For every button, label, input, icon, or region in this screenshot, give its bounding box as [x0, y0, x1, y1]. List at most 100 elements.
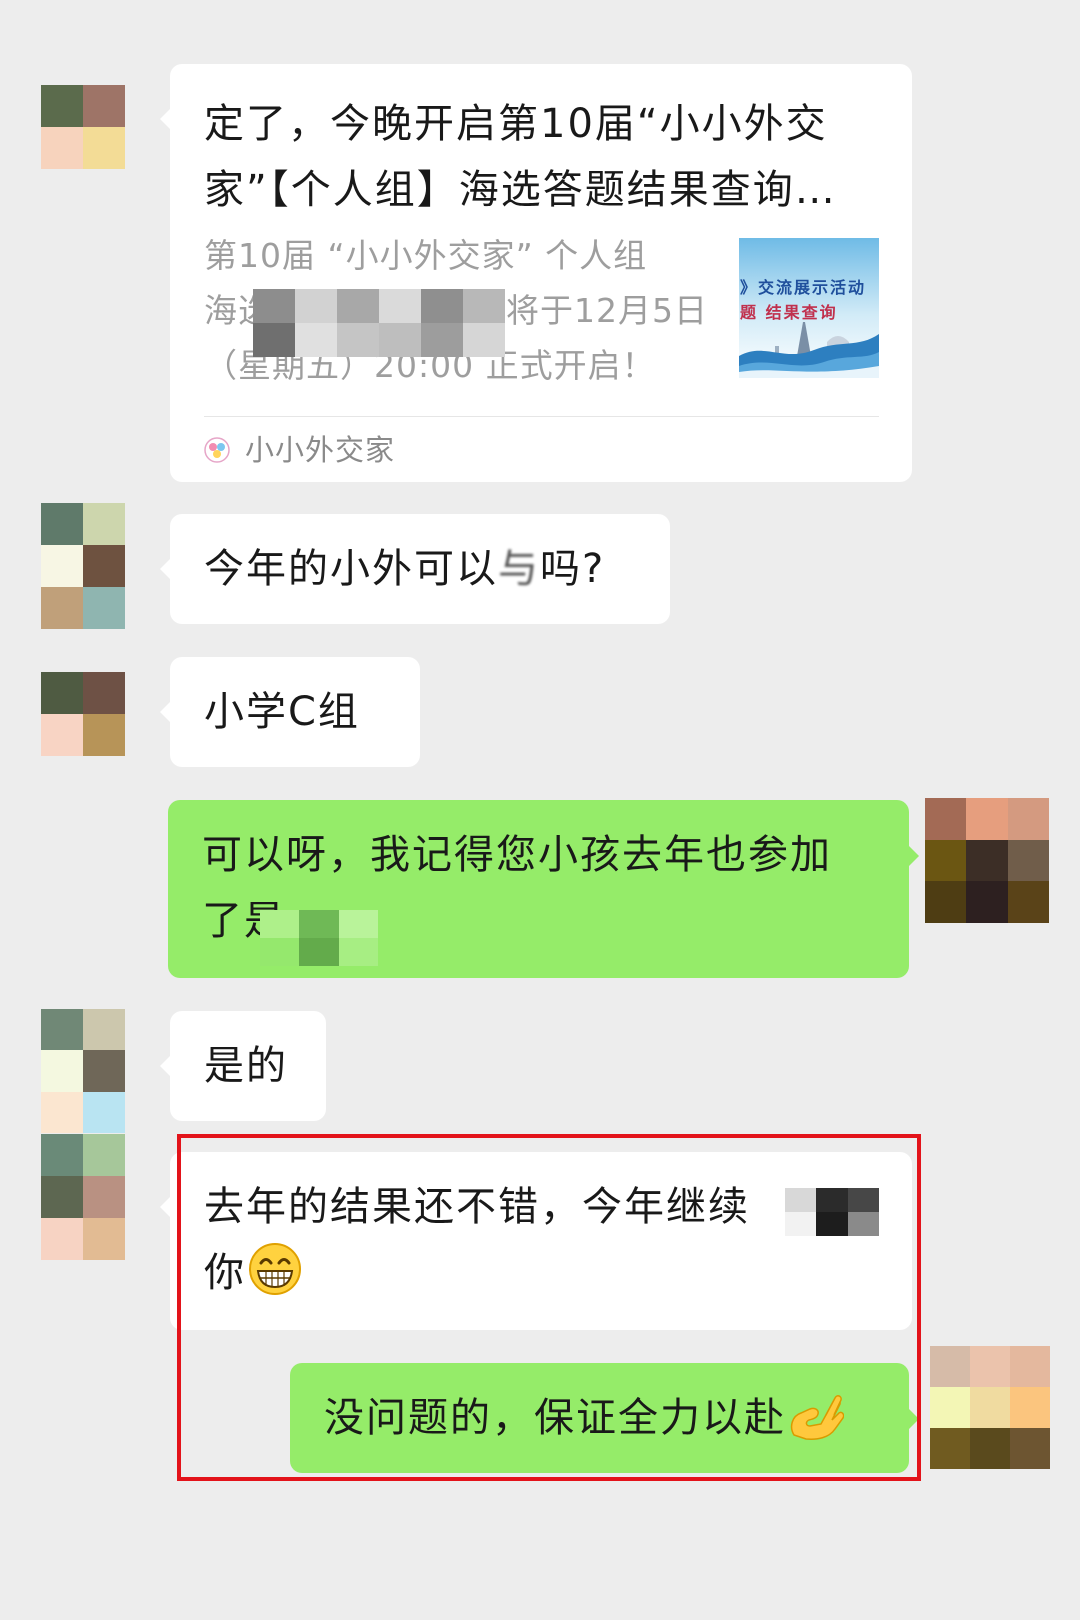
avatar-pixel	[41, 1176, 83, 1218]
avatar-pixel	[83, 1009, 125, 1051]
avatar-pixel	[930, 1346, 970, 1387]
message-text: 没问题的，保证全力以赴	[324, 1385, 875, 1451]
redaction-pixel	[379, 289, 421, 323]
avatar-pixel	[83, 545, 125, 587]
redaction-pixel	[337, 289, 379, 323]
obscured-text: 与	[498, 546, 540, 592]
redaction-mosaic	[785, 1188, 879, 1236]
avatar-pixel	[925, 881, 967, 923]
redaction-pixel	[337, 323, 379, 357]
avatar-pixel	[930, 1428, 970, 1469]
message-bubble[interactable]: 今年的小外可以与吗?	[160, 514, 670, 624]
avatar-pixel	[83, 85, 125, 127]
avatar-pixel	[41, 714, 83, 756]
article-description-text: 将于12月5日	[506, 291, 708, 330]
redaction-mosaic	[253, 289, 505, 357]
message-bubble-outgoing[interactable]: 没问题的，保证全力以赴	[290, 1363, 919, 1473]
avatar-pixel	[83, 587, 125, 629]
redaction-pixel	[421, 323, 463, 357]
redaction-pixel	[421, 289, 463, 323]
redaction-pixel	[463, 289, 505, 323]
article-title-line: 定了，今晚开启第10届“小小外交	[204, 101, 828, 147]
source-logo-icon	[204, 437, 230, 463]
avatar-pixel	[41, 1009, 83, 1051]
message-text-part: 今年的小外可以	[204, 546, 498, 592]
thumbnail-caption: 题 结果查询	[740, 303, 838, 322]
redaction-pixel	[295, 323, 337, 357]
redaction-pixel	[253, 289, 295, 323]
source-name: 小小外交家	[245, 433, 396, 467]
avatar-pixel	[83, 672, 125, 714]
avatar-pixel	[83, 714, 125, 756]
avatar[interactable]	[41, 85, 125, 169]
redaction-pixel	[253, 323, 295, 357]
redaction-pixel	[299, 910, 339, 938]
avatar-pixel	[41, 127, 83, 169]
article-title-line: 家”【个人组】海选答题结果查询…	[204, 167, 837, 213]
avatar-pixel	[41, 1134, 83, 1176]
avatar-pixel	[966, 881, 1008, 923]
avatar[interactable]	[925, 798, 1049, 923]
avatar-pixel	[925, 839, 967, 882]
avatar-pixel	[41, 587, 83, 629]
avatar-pixel	[970, 1387, 1010, 1428]
avatar-pixel	[1010, 1387, 1050, 1428]
avatar-pixel	[1007, 881, 1049, 923]
message-text: 去年的结果还不错，今年继续	[204, 1184, 750, 1230]
message-text-part: 吗?	[540, 546, 606, 592]
message-bubble[interactable]: 是的	[160, 1011, 326, 1121]
avatar-pixel	[41, 545, 83, 587]
article-card[interactable]: 定了，今晚开启第10届“小小外交 家”【个人组】海选答题结果查询… 第10届 “…	[160, 64, 912, 482]
avatar-pixel	[83, 1091, 125, 1133]
redaction-pixel	[338, 910, 378, 938]
redaction-pixel	[299, 938, 339, 966]
avatar[interactable]	[930, 1346, 1050, 1469]
avatar[interactable]	[41, 503, 125, 629]
thumbnail-caption: 》交流展示活动	[740, 278, 866, 297]
avatar-pixel	[970, 1346, 1010, 1387]
redaction-pixel	[785, 1188, 817, 1212]
avatar[interactable]	[41, 1134, 125, 1260]
avatar-pixel	[925, 798, 967, 840]
article-description-line: 第10届 “小小外交家” 个人组	[204, 236, 648, 275]
message-text-part: 没问题的，保证全力以赴	[324, 1395, 786, 1441]
article-thumbnail[interactable]: 》交流展示活动 题 结果查询	[739, 238, 879, 378]
redaction-mosaic	[260, 910, 378, 966]
redaction-pixel	[785, 1212, 817, 1236]
card-divider	[204, 416, 879, 417]
avatar-pixel	[1010, 1428, 1050, 1469]
avatar[interactable]	[41, 672, 125, 756]
redaction-pixel	[847, 1212, 879, 1236]
message-bubble[interactable]: 去年的结果还不错，今年继续 你	[160, 1152, 912, 1330]
redaction-pixel	[816, 1188, 848, 1212]
redaction-pixel	[463, 323, 505, 357]
avatar-pixel	[41, 85, 83, 127]
redaction-pixel	[379, 323, 421, 357]
grinning-face-emoji-icon	[249, 1243, 301, 1295]
avatar-pixel	[41, 1050, 83, 1092]
avatar-pixel	[966, 839, 1008, 882]
message-bubble-outgoing[interactable]: 可以呀，我记得您小孩去年也参加 了是	[168, 800, 919, 978]
message-text: 你	[204, 1240, 878, 1306]
avatar[interactable]	[41, 1009, 125, 1133]
redaction-pixel	[260, 938, 300, 966]
avatar-pixel	[1007, 798, 1049, 840]
avatar-pixel	[41, 503, 83, 545]
avatar-pixel	[966, 798, 1008, 840]
avatar-pixel	[83, 1134, 125, 1176]
message-bubble[interactable]: 小学C组	[160, 657, 420, 767]
avatar-pixel	[83, 503, 125, 545]
redaction-pixel	[260, 910, 300, 938]
message-text: 今年的小外可以与吗?	[204, 536, 636, 602]
redaction-pixel	[816, 1212, 848, 1236]
avatar-pixel	[930, 1387, 970, 1428]
avatar-pixel	[1007, 839, 1049, 882]
avatar-pixel	[41, 1218, 83, 1260]
redaction-pixel	[295, 289, 337, 323]
avatar-pixel	[83, 127, 125, 169]
avatar-pixel	[41, 672, 83, 714]
redaction-pixel	[338, 938, 378, 966]
redaction-pixel	[847, 1188, 879, 1212]
thumbnail-image: 》交流展示活动 题 结果查询	[739, 238, 879, 378]
message-text: 可以呀，我记得您小孩去年也参加	[202, 832, 832, 878]
